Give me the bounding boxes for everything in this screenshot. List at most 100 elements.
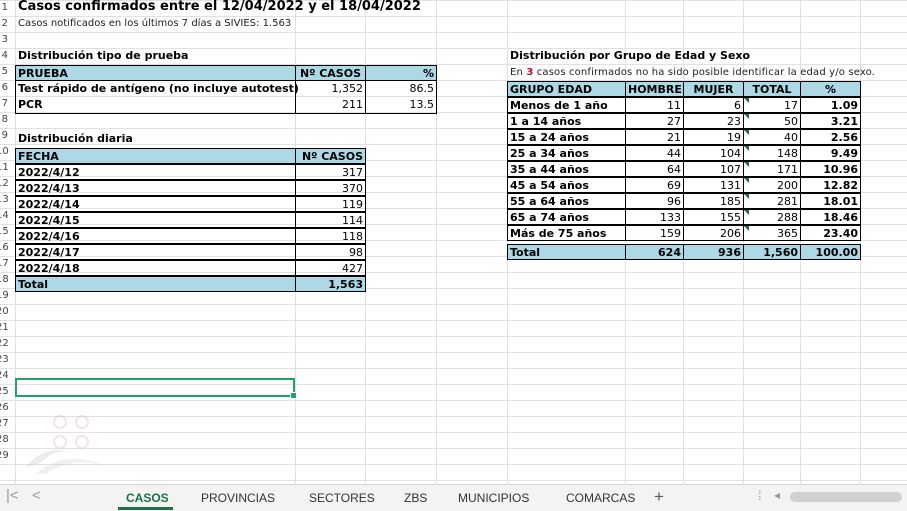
row-number[interactable]: 13 (0, 192, 9, 208)
edad-total-total[interactable]: 1,560 (743, 244, 801, 260)
row-number[interactable]: 9 (0, 128, 8, 144)
edad-pct-cell[interactable]: 1.09 (800, 97, 861, 113)
edad-total-cell[interactable]: 200 (743, 177, 801, 193)
edad-total-mujer[interactable]: 936 (683, 244, 744, 260)
edad-grupo-cell[interactable]: 55 a 64 años (507, 193, 626, 209)
row-number[interactable]: 29 (0, 448, 9, 464)
edad-mujer-cell[interactable]: 6 (683, 97, 744, 113)
edad-mujer-cell[interactable]: 107 (683, 161, 744, 177)
edad-total-cell[interactable]: 148 (743, 145, 801, 161)
row-number[interactable]: 21 (0, 320, 9, 336)
tab-provincias[interactable]: PROVINCIAS (201, 491, 275, 505)
edad-header-hombre[interactable]: HOMBRE (625, 81, 684, 97)
edad-hombre-cell[interactable]: 159 (625, 225, 684, 241)
row-number[interactable]: 18 (0, 272, 9, 288)
edad-grupo-cell[interactable]: Menos de 1 año (507, 97, 626, 113)
edad-pct-cell[interactable]: 10.96 (800, 161, 861, 177)
row-number[interactable]: 3 (0, 32, 8, 48)
row-number[interactable]: 27 (0, 416, 9, 432)
row-number[interactable]: 20 (0, 304, 9, 320)
diaria-fecha-cell[interactable]: 2022/4/17 (15, 244, 296, 260)
edad-hombre-cell[interactable]: 69 (625, 177, 684, 193)
diaria-casos-cell[interactable]: 114 (295, 212, 366, 228)
row-number[interactable]: 8 (0, 112, 8, 128)
diaria-total-value[interactable]: 1,563 (295, 276, 366, 292)
scroll-left-icon[interactable]: ◂ (774, 488, 780, 502)
row-number[interactable]: 7 (0, 96, 8, 112)
edad-grupo-cell[interactable]: 1 a 14 años (507, 113, 626, 129)
prueba-cell[interactable]: 211 (295, 97, 365, 113)
diaria-fecha-cell[interactable]: 2022/4/15 (15, 212, 296, 228)
edad-hombre-cell[interactable]: 64 (625, 161, 684, 177)
row-number[interactable]: 6 (0, 80, 8, 96)
row-number[interactable]: 22 (0, 336, 9, 352)
edad-hombre-cell[interactable]: 11 (625, 97, 684, 113)
add-sheet-icon[interactable]: + (654, 487, 664, 507)
prueba-cell[interactable]: 1,352 (295, 81, 365, 97)
tab-casos[interactable]: CASOS (126, 491, 169, 505)
row-number[interactable]: 16 (0, 240, 9, 256)
edad-total-cell[interactable]: 17 (743, 97, 801, 113)
edad-pct-cell[interactable]: 18.01 (800, 193, 861, 209)
diaria-header-fecha[interactable]: FECHA (15, 148, 296, 164)
prev-sheet-icon[interactable]: < (32, 487, 41, 504)
edad-total-cell[interactable]: 50 (743, 113, 801, 129)
selected-cell[interactable] (15, 378, 297, 399)
edad-header-total[interactable]: TOTAL (743, 81, 801, 97)
row-number[interactable]: 23 (0, 352, 9, 368)
row-number[interactable]: 14 (0, 208, 9, 224)
edad-header-mujer[interactable]: MUJER (683, 81, 744, 97)
row-number[interactable]: 24 (0, 368, 9, 384)
row-number[interactable]: 26 (0, 400, 9, 416)
edad-grupo-cell[interactable]: 15 a 24 años (507, 129, 626, 145)
edad-total-cell[interactable]: 40 (743, 129, 801, 145)
horizontal-scrollbar[interactable] (790, 492, 902, 502)
edad-total-pct[interactable]: 100.00 (800, 244, 861, 260)
diaria-fecha-cell[interactable]: 2022/4/18 (15, 260, 296, 276)
row-number[interactable]: 25 (0, 384, 9, 400)
fill-handle[interactable] (290, 392, 297, 399)
edad-grupo-cell[interactable]: 45 a 54 años (507, 177, 626, 193)
diaria-casos-cell[interactable]: 119 (295, 196, 366, 212)
row-number[interactable]: 17 (0, 256, 9, 272)
prueba-header-pct[interactable]: % (365, 65, 437, 81)
edad-pct-cell[interactable]: 12.82 (800, 177, 861, 193)
edad-mujer-cell[interactable]: 23 (683, 113, 744, 129)
edad-pct-cell[interactable]: 2.56 (800, 129, 861, 145)
edad-hombre-cell[interactable]: 21 (625, 129, 684, 145)
edad-hombre-cell[interactable]: 96 (625, 193, 684, 209)
diaria-casos-cell[interactable]: 317 (295, 164, 366, 180)
row-number[interactable]: 15 (0, 224, 9, 240)
row-number[interactable]: 19 (0, 288, 9, 304)
edad-total-cell[interactable]: 281 (743, 193, 801, 209)
diaria-header-casos[interactable]: Nº CASOS (295, 148, 366, 164)
edad-total-hombre[interactable]: 624 (625, 244, 684, 260)
row-number[interactable]: 2 (0, 16, 8, 32)
edad-mujer-cell[interactable]: 155 (683, 209, 744, 225)
diaria-fecha-cell[interactable]: 2022/4/16 (15, 228, 296, 244)
tab-municipios[interactable]: MUNICIPIOS (458, 491, 529, 505)
prueba-header-casos[interactable]: Nº CASOS (295, 65, 366, 81)
edad-pct-cell[interactable]: 9.49 (800, 145, 861, 161)
row-number[interactable]: 5 (0, 64, 8, 80)
diaria-casos-cell[interactable]: 118 (295, 228, 366, 244)
diaria-total-label[interactable]: Total (15, 276, 296, 292)
edad-grupo-cell[interactable]: 25 a 34 años (507, 145, 626, 161)
edad-grupo-cell[interactable]: 35 a 44 años (507, 161, 626, 177)
edad-hombre-cell[interactable]: 133 (625, 209, 684, 225)
row-number[interactable]: 11 (0, 160, 9, 176)
edad-pct-cell[interactable]: 23.40 (800, 225, 861, 241)
spreadsheet-grid[interactable]: 1234567891011121314151617181920212223242… (0, 0, 907, 484)
prueba-cell[interactable]: 13.5 (365, 97, 436, 113)
edad-total-label[interactable]: Total (507, 244, 626, 260)
tab-split-handle[interactable]: ⁞ (758, 488, 762, 503)
edad-mujer-cell[interactable]: 131 (683, 177, 744, 193)
prueba-row-antigeno[interactable]: Test rápido de antígeno (no incluye auto… (16, 81, 301, 97)
edad-mujer-cell[interactable]: 104 (683, 145, 744, 161)
edad-pct-cell[interactable]: 3.21 (800, 113, 861, 129)
diaria-casos-cell[interactable]: 98 (295, 244, 366, 260)
diaria-casos-cell[interactable]: 370 (295, 180, 366, 196)
diaria-fecha-cell[interactable]: 2022/4/13 (15, 180, 296, 196)
prueba-header-prueba[interactable]: PRUEBA (15, 65, 296, 81)
edad-total-cell[interactable]: 171 (743, 161, 801, 177)
